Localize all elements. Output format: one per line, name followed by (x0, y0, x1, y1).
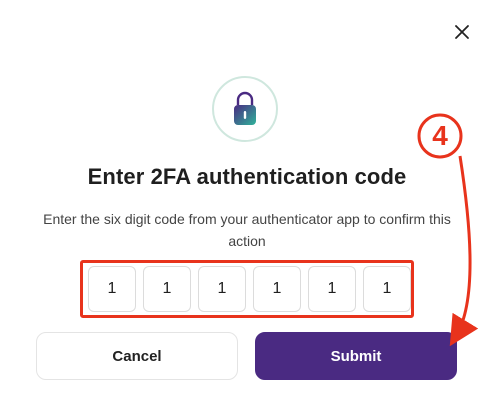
code-digit-4[interactable] (253, 266, 301, 312)
close-icon (455, 25, 469, 39)
code-input-row (88, 266, 411, 312)
code-digit-2[interactable] (143, 266, 191, 312)
code-digit-5[interactable] (308, 266, 356, 312)
dialog-title: Enter 2FA authentication code (87, 164, 407, 189)
close-button[interactable] (448, 18, 476, 46)
code-digit-3[interactable] (198, 266, 246, 312)
lock-badge (212, 76, 278, 142)
step-number: 4 (432, 120, 448, 151)
lock-icon (234, 91, 256, 125)
cancel-button[interactable]: Cancel (36, 332, 238, 380)
dialog-subtitle: Enter the six digit code from your authe… (43, 211, 451, 249)
code-digit-6[interactable] (363, 266, 411, 312)
code-digit-1[interactable] (88, 266, 136, 312)
two-factor-dialog: Enter 2FA authentication code Enter the … (0, 0, 494, 413)
submit-button[interactable]: Submit (255, 332, 457, 380)
